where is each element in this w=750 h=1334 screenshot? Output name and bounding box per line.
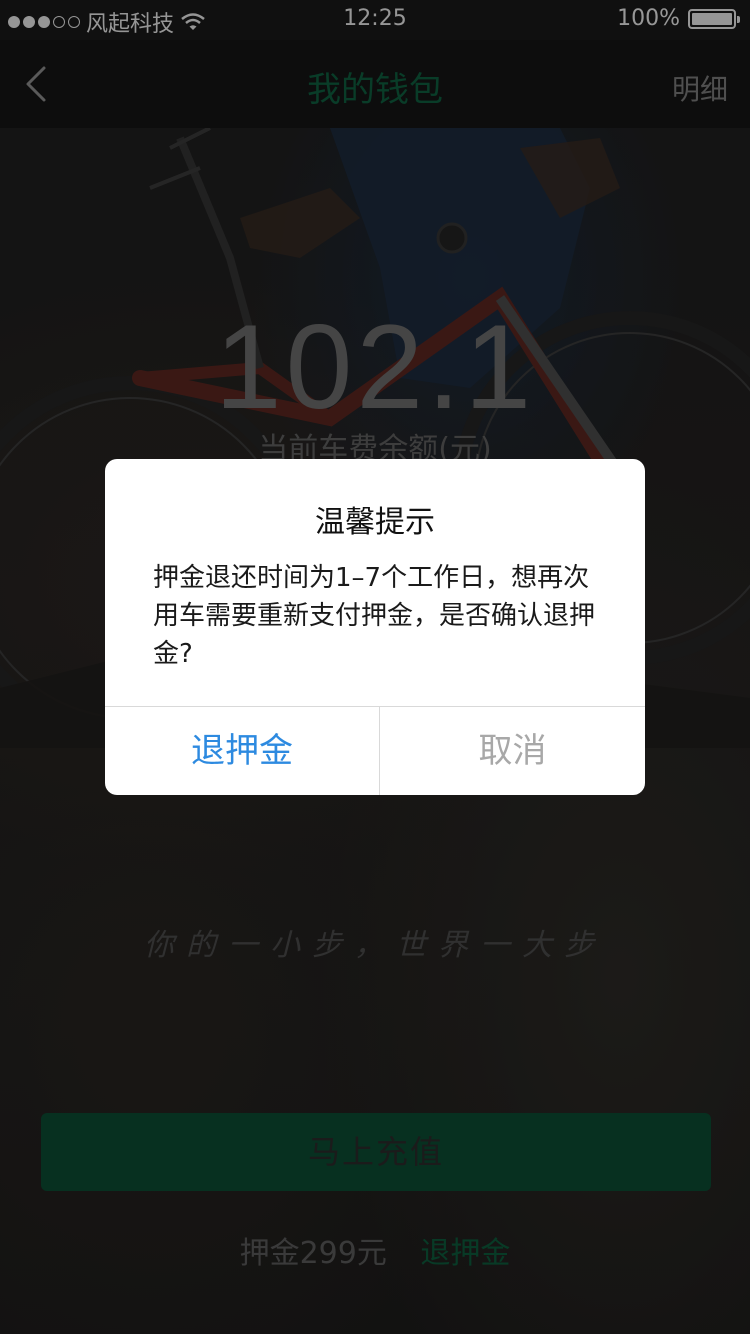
dialog-message: 押金退还时间为1–7个工作日，想再次用车需要重新支付押金，是否确认退押金?	[153, 563, 596, 669]
dialog-title: 温馨提示	[315, 505, 435, 540]
wallet-screen: 102.1 当前车费余额(元) 你的一小步，世界一大步 马上充值 押金299元 …	[0, 0, 750, 1334]
refund-confirm-dialog: 温馨提示 押金退还时间为1–7个工作日，想再次用车需要重新支付押金，是否确认退押…	[105, 459, 645, 795]
cancel-button[interactable]: 取消	[380, 707, 645, 795]
confirm-refund-button[interactable]: 退押金	[105, 707, 379, 795]
